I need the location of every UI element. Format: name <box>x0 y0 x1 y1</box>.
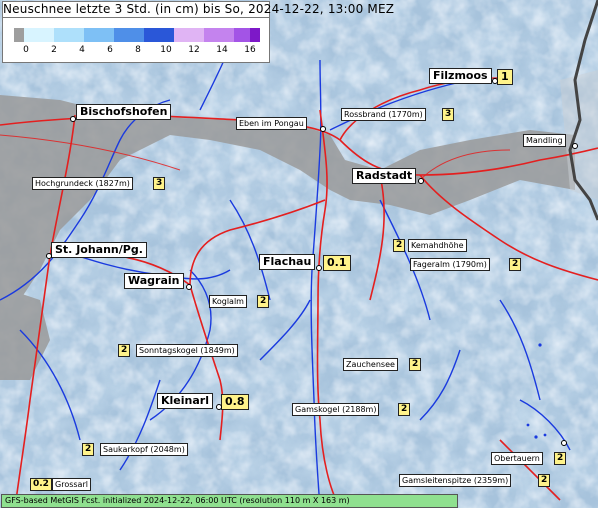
place-label: Flachau <box>259 254 316 270</box>
place-label: Koglalm <box>209 295 247 308</box>
snow-value-badge: 2 <box>82 443 95 456</box>
legend-tick-label: 4 <box>79 45 85 55</box>
place-label: Mandling <box>523 134 566 147</box>
place-label: Bischofshofen <box>76 104 172 120</box>
place-marker <box>70 116 76 122</box>
legend-color-segment <box>114 28 144 42</box>
snow-value-badge: 2 <box>509 258 522 271</box>
place-label: Radstadt <box>352 168 417 184</box>
snow-legend: 0 2 4 6 8 10 12 14 16 <box>2 17 270 63</box>
place-marker <box>320 126 326 132</box>
place-label: Hochgrundeck (1827m) <box>32 177 133 190</box>
place-label: Gamskogel (2188m) <box>292 403 380 416</box>
legend-colorbar <box>14 28 260 42</box>
snow-value-badge: 0.8 <box>221 394 249 410</box>
place-label: Grossarl <box>52 478 91 491</box>
place-label: St. Johann/Pg. <box>51 242 147 258</box>
place-marker <box>316 265 322 271</box>
place-label: Gamsleitenspitze (2359m) <box>399 474 512 487</box>
snow-value-badge: 3 <box>153 177 166 190</box>
place-marker <box>46 253 52 259</box>
snow-value-badge: 2 <box>257 295 270 308</box>
place-label: Kleinarl <box>157 393 213 409</box>
legend-tick-label: 16 <box>244 45 256 55</box>
place-label: Kemahdhöhe <box>408 239 467 252</box>
legend-color-segment <box>14 28 24 42</box>
legend-color-segment <box>204 28 234 42</box>
snow-value-badge: 2 <box>393 239 406 252</box>
place-marker <box>418 178 424 184</box>
place-label: Saukarkopf (2048m) <box>100 443 188 456</box>
snow-value-badge: 2 <box>118 344 131 357</box>
legend-tick-label: 6 <box>107 45 113 55</box>
legend-color-segment <box>24 28 54 42</box>
legend-tick-label: 8 <box>135 45 141 55</box>
legend-color-segment <box>84 28 114 42</box>
snow-value-badge: 0.2 <box>30 478 52 491</box>
legend-tick-label: 10 <box>160 45 172 55</box>
legend-color-segment <box>234 28 250 42</box>
snow-value-badge: 1 <box>497 69 513 85</box>
place-marker <box>492 78 498 84</box>
legend-tick-label: 2 <box>51 45 57 55</box>
snow-value-badge: 2 <box>554 452 567 465</box>
place-marker <box>572 143 578 149</box>
place-label: Sonntagskogel (1849m) <box>136 344 238 357</box>
legend-tick-label: 14 <box>216 45 228 55</box>
place-label: Fageralm (1790m) <box>410 258 490 271</box>
snow-value-badge: 0.1 <box>323 255 351 271</box>
legend-color-segment <box>144 28 174 42</box>
snow-value-badge: 2 <box>398 403 411 416</box>
snow-value-badge: 3 <box>442 108 455 121</box>
map-title: Neuschnee letzte 3 Std. (in cm) bis So, … <box>2 1 395 18</box>
place-marker <box>216 404 222 410</box>
legend-color-segment <box>54 28 84 42</box>
place-label: Obertauern <box>491 452 543 465</box>
snow-value-badge: 2 <box>409 358 422 371</box>
place-label: Rossbrand (1770m) <box>341 108 426 121</box>
place-label: Zauchensee <box>343 358 398 371</box>
place-label: Eben im Pongau <box>236 117 307 130</box>
legend-color-segment <box>250 28 260 42</box>
place-marker <box>561 440 567 446</box>
legend-tick-label: 12 <box>188 45 200 55</box>
place-marker <box>186 284 192 290</box>
snow-value-badge: 2 <box>538 474 551 487</box>
place-label: Filzmoos <box>429 68 492 84</box>
forecast-footer: GFS-based MetGIS Fcst. initialized 2024-… <box>1 494 458 508</box>
legend-color-segment <box>174 28 204 42</box>
place-label: Wagrain <box>124 273 184 289</box>
legend-tick-label: 0 <box>23 45 29 55</box>
